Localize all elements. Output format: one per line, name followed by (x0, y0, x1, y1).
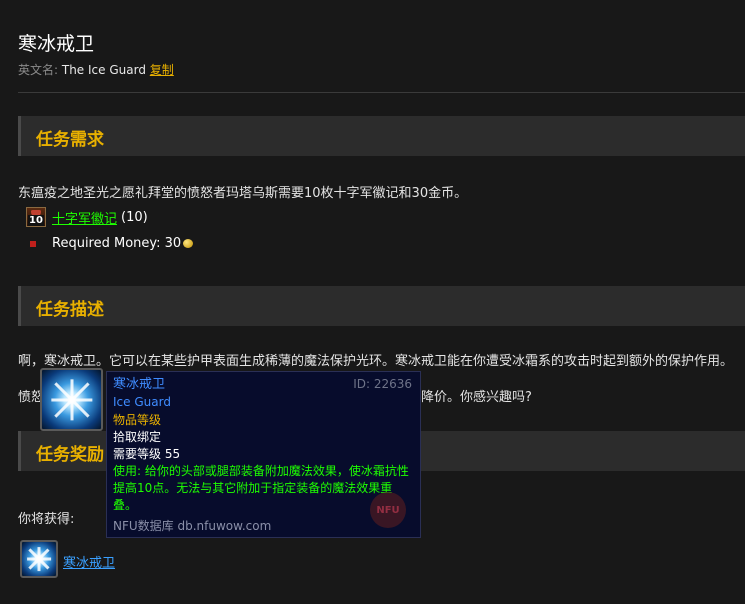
tooltip-item-icon (40, 368, 103, 431)
ice-guard-reward-icon[interactable] (20, 540, 58, 578)
frost-cross-vertical (70, 378, 73, 421)
required-item-link[interactable]: 十字军徽记 (52, 208, 117, 227)
section-description-heading: 任务描述 (36, 300, 104, 320)
section-requirements-heading: 任务需求 (36, 130, 104, 150)
item-tooltip: 寒冰戒卫 ID: 22636 Ice Guard 物品等级 拾取绑定 需要等级 … (106, 371, 421, 538)
section-description: 任务描述 (18, 286, 745, 326)
english-name-label: 英文名: (18, 63, 59, 77)
crusader-mark-icon[interactable]: 10 (26, 207, 46, 227)
description-line-1: 啊，寒冰戒卫。它可以在某些护甲表面生成稀薄的魔法保护光环。寒冰戒卫能在你遭受冰霜… (18, 354, 734, 369)
title-divider (18, 92, 745, 93)
tooltip-item-name: 寒冰戒卫 (113, 377, 166, 392)
tooltip-item-id: ID: 22636 (353, 377, 412, 391)
frost-cross (50, 398, 93, 401)
nfu-watermark-icon: NFU (370, 492, 406, 528)
copy-link[interactable]: 复制 (150, 63, 174, 77)
frost-cross (27, 557, 51, 561)
frost-cross-vertical (37, 547, 41, 571)
tooltip-source: NFU数据库 db.nfuwow.com (113, 519, 272, 533)
page-title: 寒冰戒卫 (18, 33, 95, 55)
bullet-icon (30, 241, 36, 247)
requirements-text: 东瘟疫之地圣光之愿礼拜堂的愤怒者玛塔乌斯需要10枚十字军徽记和30金币。 (18, 186, 468, 201)
tooltip-english-name: Ice Guard (113, 395, 171, 409)
english-name-row: 英文名: The Ice Guard 复制 (18, 61, 174, 78)
item-stack-count: 10 (28, 215, 44, 226)
required-money-label: Required Money: 30 (52, 236, 182, 251)
required-item: 10 十字军徽记 (10) (26, 207, 148, 227)
section-requirements: 任务需求 (18, 116, 745, 156)
section-rewards-heading: 任务奖励 (36, 445, 104, 465)
tooltip-required-level: 需要等级 55 (113, 447, 181, 461)
tooltip-item-level: 物品等级 (113, 413, 162, 427)
english-name-value: The Ice Guard (61, 63, 146, 77)
reward-item-link[interactable]: 寒冰戒卫 (63, 552, 115, 571)
tooltip-bind-type: 拾取绑定 (113, 430, 162, 444)
required-money: Required Money: 30 (52, 236, 194, 251)
gold-coin-icon (183, 239, 194, 248)
tooltip-use-effect: 使用: 给你的头部或腿部装备附加魔法效果，使冰霜抗性提高10点。无法与其它附加于… (113, 464, 409, 512)
required-item-qty: (10) (121, 209, 148, 225)
description-line-2-end: 降价。你感兴趣吗? (421, 390, 532, 405)
you-will-receive-label: 你将获得: (18, 512, 75, 527)
